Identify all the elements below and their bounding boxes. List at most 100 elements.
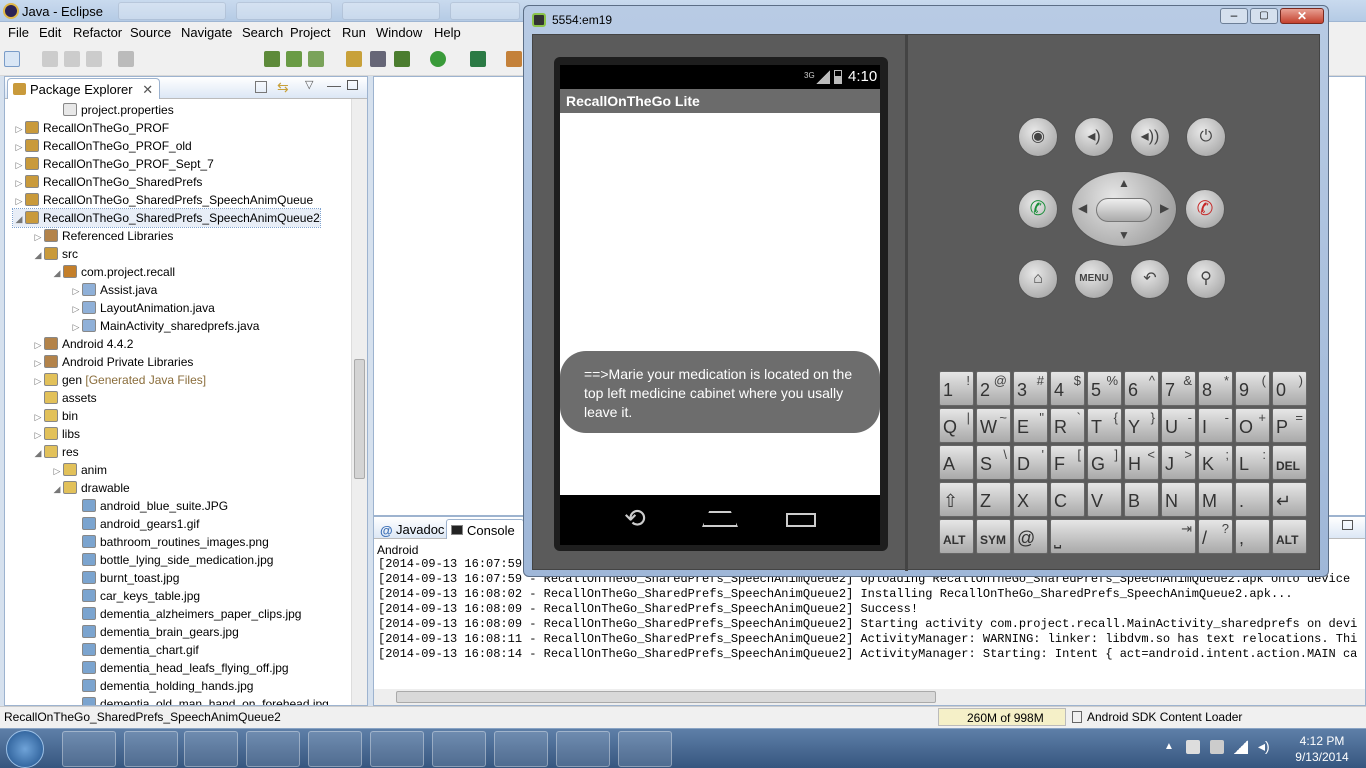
tree-item[interactable]: ▷ RecallOnTheGo_PROF_Sept_7 xyxy=(13,155,214,173)
tree-item[interactable]: ◢ com.project.recall xyxy=(51,263,175,281)
tool-icon[interactable] xyxy=(370,51,386,67)
key-0-8[interactable]: 9( xyxy=(1235,371,1270,406)
tree-item[interactable]: dementia_alzheimers_paper_clips.jpg xyxy=(70,605,301,623)
expand-toggle-icon[interactable]: ▷ xyxy=(32,372,44,390)
tree-item[interactable]: ▷ RecallOnTheGo_PROF_old xyxy=(13,137,192,155)
tree-item[interactable]: ▷ MainActivity_sharedprefs.java xyxy=(70,317,259,335)
key-2-3[interactable]: F[ xyxy=(1050,445,1085,480)
key-1-1[interactable]: W ~ xyxy=(976,408,1011,443)
key-4-4[interactable]: /? xyxy=(1198,519,1233,554)
key-4-3[interactable]: ⎵ ⇥ xyxy=(1050,519,1196,554)
json-editor-icon[interactable] xyxy=(494,731,548,767)
link-editor-icon[interactable]: ⇆ xyxy=(277,79,289,96)
taskbar-clock[interactable]: 4:12 PM 9/13/2014 xyxy=(1292,733,1352,765)
background-window-tab[interactable] xyxy=(342,2,440,20)
chrome-icon[interactable] xyxy=(246,731,300,767)
expand-toggle-icon[interactable]: ▷ xyxy=(70,300,82,318)
expand-toggle-icon[interactable]: ▷ xyxy=(13,156,25,174)
print-icon[interactable] xyxy=(86,51,102,67)
menu-refactor[interactable]: Refactor xyxy=(73,25,122,40)
close-icon[interactable]: ✕ xyxy=(142,82,153,97)
maximize-icon[interactable] xyxy=(1342,520,1353,530)
key-2-2[interactable]: D ' xyxy=(1013,445,1048,480)
tree-item[interactable]: ◢ drawable xyxy=(51,479,130,497)
key-2-9[interactable]: DEL xyxy=(1272,445,1307,480)
new-icon[interactable] xyxy=(4,51,20,67)
expand-toggle-icon[interactable]: ▷ xyxy=(51,462,63,480)
debug-icon[interactable] xyxy=(394,51,410,67)
power-icon[interactable]: ⏻ xyxy=(1186,117,1226,157)
expand-toggle-icon[interactable]: ◢ xyxy=(13,210,25,228)
run-icon[interactable] xyxy=(430,51,446,67)
dpad-right-icon[interactable]: ▶ xyxy=(1160,201,1169,215)
dpad-center-button[interactable] xyxy=(1096,198,1152,222)
menu-file[interactable]: File xyxy=(8,25,29,40)
maximize-icon[interactable] xyxy=(347,80,358,90)
internet-explorer-icon[interactable] xyxy=(62,731,116,767)
key-3-6[interactable]: N xyxy=(1161,482,1196,517)
key-3-2[interactable]: X xyxy=(1013,482,1048,517)
tree-item[interactable]: ▷ Assist.java xyxy=(70,281,157,299)
view-menu-icon[interactable]: ▽ xyxy=(305,78,313,91)
trash-icon[interactable] xyxy=(1072,711,1082,723)
key-0-9[interactable]: 0) xyxy=(1272,371,1307,406)
tree-item[interactable]: ▷ gen [Generated Java Files] xyxy=(32,371,206,389)
key-1-3[interactable]: R ` xyxy=(1050,408,1085,443)
horizontal-scrollbar[interactable] xyxy=(374,689,1365,705)
expand-toggle-icon[interactable]: ▷ xyxy=(70,318,82,336)
menu-help[interactable]: Help xyxy=(434,25,461,40)
binary-icon[interactable] xyxy=(118,51,134,67)
key-2-7[interactable]: K; xyxy=(1198,445,1233,480)
tree-item[interactable]: assets xyxy=(32,389,97,407)
expand-toggle-icon[interactable]: ▷ xyxy=(13,138,25,156)
paint-icon[interactable] xyxy=(432,731,486,767)
background-window-tab[interactable] xyxy=(118,2,226,20)
key-2-6[interactable]: J > xyxy=(1161,445,1196,480)
tree-item[interactable]: ▷ RecallOnTheGo_PROF xyxy=(13,119,169,137)
tree-item[interactable]: android_blue_suite.JPG xyxy=(70,497,228,515)
key-4-2[interactable]: @ xyxy=(1013,519,1048,554)
device-icon[interactable] xyxy=(1210,740,1224,754)
avd-manager-icon[interactable] xyxy=(286,51,302,67)
collapse-all-icon[interactable] xyxy=(255,81,267,93)
background-window-tab[interactable] xyxy=(236,2,332,20)
tree-item[interactable]: dementia_brain_gears.jpg xyxy=(70,623,239,641)
app-content[interactable]: ==>Marie your medication is located on t… xyxy=(560,113,880,495)
action-center-icon[interactable] xyxy=(1186,740,1200,754)
heap-status[interactable]: 260M of 998M xyxy=(938,708,1066,726)
volume-up-icon[interactable]: ◂)) xyxy=(1130,117,1170,157)
tree-item[interactable]: bottle_lying_side_medication.jpg xyxy=(70,551,273,569)
tree-item[interactable]: ▷ LayoutAnimation.java xyxy=(70,299,215,317)
key-4-1[interactable]: SYM xyxy=(976,519,1011,554)
key-3-0[interactable]: ⇧ xyxy=(939,482,974,517)
key-3-8[interactable]: . xyxy=(1235,482,1270,517)
android-emulator-icon[interactable] xyxy=(556,731,610,767)
notepad-icon[interactable] xyxy=(370,731,424,767)
volume-icon[interactable]: ◂) xyxy=(1258,738,1270,755)
menu-project[interactable]: Project xyxy=(290,25,330,40)
tree-item[interactable]: ▷ libs xyxy=(32,425,80,443)
android-sdk-icon[interactable] xyxy=(264,51,280,67)
scrollbar-thumb[interactable] xyxy=(396,691,936,703)
new-project-icon[interactable] xyxy=(346,51,362,67)
expand-toggle-icon[interactable]: ▷ xyxy=(32,336,44,354)
menu-edit[interactable]: Edit xyxy=(39,25,61,40)
network-icon[interactable] xyxy=(1234,740,1248,754)
key-1-8[interactable]: O + xyxy=(1235,408,1270,443)
tree-item[interactable]: dementia_chart.gif xyxy=(70,641,199,659)
search-icon[interactable]: ⚲ xyxy=(1186,259,1226,299)
start-button[interactable] xyxy=(6,730,44,768)
key-2-1[interactable]: S \ xyxy=(976,445,1011,480)
tree-item[interactable]: dementia_holding_hands.jpg xyxy=(70,677,253,695)
key-0-1[interactable]: 2 @ xyxy=(976,371,1011,406)
expand-toggle-icon[interactable]: ◢ xyxy=(32,246,44,264)
scrollbar[interactable] xyxy=(351,99,367,705)
key-0-4[interactable]: 5% xyxy=(1087,371,1122,406)
dpad-down-icon[interactable]: ▼ xyxy=(1118,228,1130,242)
menu-source[interactable]: Source xyxy=(130,25,171,40)
save-icon[interactable] xyxy=(42,51,58,67)
tab-package-explorer[interactable]: Package Explorer ✕ xyxy=(7,78,161,99)
filezilla-icon[interactable] xyxy=(618,731,672,767)
tree-item[interactable]: ◢ src xyxy=(32,245,78,263)
key-0-5[interactable]: 6 ^ xyxy=(1124,371,1159,406)
